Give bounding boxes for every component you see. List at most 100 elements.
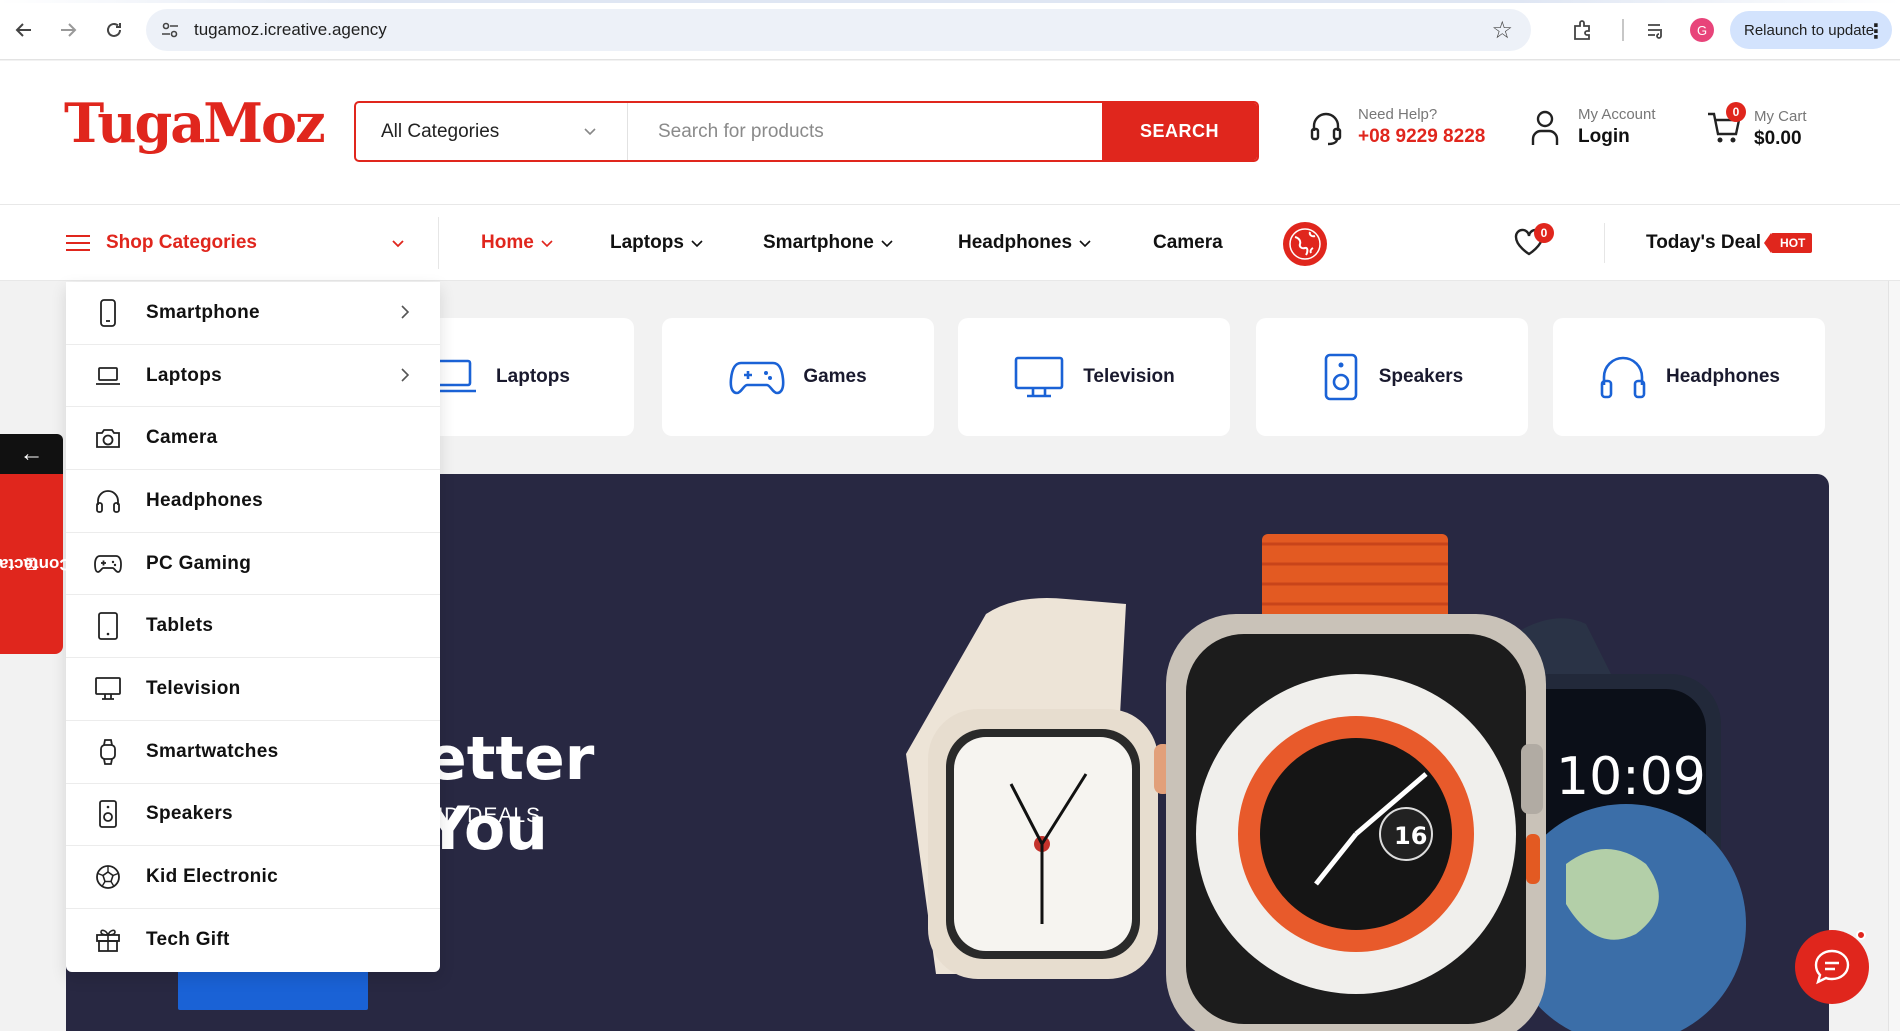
relaunch-label: Relaunch to update xyxy=(1744,21,1875,39)
side-panel-toggle[interactable]: ← xyxy=(0,434,63,474)
categories-dropdown: Smartphone Laptops Camera Headphones PC … xyxy=(66,282,440,972)
dropdown-item-label: Laptops xyxy=(146,364,222,386)
nav-item-laptops[interactable]: Laptops xyxy=(610,205,704,281)
toolbar-divider xyxy=(1622,19,1624,41)
category-card-label: Headphones xyxy=(1665,366,1781,387)
cart-block[interactable]: 0 My Cart $0.00 xyxy=(1706,102,1807,151)
dropdown-item-label: Smartwatches xyxy=(146,740,279,762)
shop-categories-toggle[interactable]: Shop Categories xyxy=(66,205,406,281)
dropdown-item-tablets[interactable]: Tablets xyxy=(66,595,440,659)
search-button[interactable]: SEARCH xyxy=(1102,103,1257,160)
language-globe-icon[interactable] xyxy=(1283,222,1327,266)
category-select-value: All Categories xyxy=(381,120,500,142)
site-logo[interactable]: TugaMoz xyxy=(64,91,326,155)
profile-avatar[interactable]: G xyxy=(1690,18,1714,42)
search-input[interactable] xyxy=(628,103,1102,160)
dropdown-item-smartphone[interactable]: Smartphone xyxy=(66,282,440,345)
category-card-television[interactable]: Television xyxy=(958,318,1230,436)
hamburger-icon xyxy=(66,230,90,256)
tablet-icon xyxy=(94,612,122,641)
shop-categories-label: Shop Categories xyxy=(106,232,257,253)
nav-divider xyxy=(1604,223,1605,263)
dropdown-item-label: PC Gaming xyxy=(146,552,252,574)
wishlist-count-badge: 0 xyxy=(1534,223,1554,243)
category-card-headphones[interactable]: Headphones xyxy=(1553,318,1825,436)
logo-text-part1: Tuga xyxy=(64,91,205,155)
dropdown-item-pc-gaming[interactable]: PC Gaming xyxy=(66,533,440,596)
television-icon xyxy=(94,675,122,703)
dropdown-item-headphones[interactable]: Headphones xyxy=(66,470,440,533)
speaker-icon xyxy=(94,800,122,829)
main-nav: Shop Categories Home Laptops Smartphone … xyxy=(0,205,1900,281)
nav-item-headphones[interactable]: Headphones xyxy=(958,205,1092,281)
nav-item-home[interactable]: Home xyxy=(481,205,554,281)
camera-icon xyxy=(94,424,122,452)
category-card-label: Speakers xyxy=(1378,366,1464,387)
notification-dot xyxy=(1856,930,1866,940)
category-card-label: Games xyxy=(803,366,867,387)
logo-text-part2: Moz xyxy=(203,91,325,155)
category-card-speakers[interactable]: Speakers xyxy=(1256,318,1528,436)
headset-icon xyxy=(1310,112,1342,146)
category-card-games[interactable]: Games xyxy=(662,318,934,436)
wishlist-button[interactable]: 0 xyxy=(1512,223,1554,264)
dropdown-item-tech-gift[interactable]: Tech Gift xyxy=(66,909,440,972)
forward-arrow-icon[interactable] xyxy=(52,14,84,46)
cart-total: $0.00 xyxy=(1754,127,1802,149)
nav-item-label: Smartphone xyxy=(763,232,874,253)
bookmark-star-icon[interactable]: ☆ xyxy=(1491,16,1513,45)
reading-list-icon[interactable] xyxy=(1642,16,1670,44)
nav-item-camera[interactable]: Camera xyxy=(1153,205,1223,281)
dropdown-item-label: Tech Gift xyxy=(146,929,230,951)
gamepad-icon xyxy=(94,550,122,578)
nav-item-label: Camera xyxy=(1153,232,1223,253)
page-scrollbar[interactable] xyxy=(1888,281,1900,1031)
gift-icon xyxy=(94,926,122,954)
dropdown-item-label: Television xyxy=(146,677,241,699)
help-phone[interactable]: +08 9229 8228 xyxy=(1358,126,1485,148)
dropdown-item-label: Kid Electronic xyxy=(146,866,278,888)
chevron-down-icon xyxy=(392,240,404,248)
back-arrow-icon: ← xyxy=(19,440,44,467)
chat-button[interactable] xyxy=(1795,930,1869,1004)
user-icon xyxy=(1531,110,1559,145)
hot-badge: HOT xyxy=(1763,233,1813,253)
dropdown-item-smartwatches[interactable]: Smartwatches xyxy=(66,721,440,784)
smartwatch-icon xyxy=(94,738,122,766)
nav-item-label: Laptops xyxy=(610,232,684,253)
site-settings-icon[interactable] xyxy=(160,20,180,40)
chat-bubble-icon xyxy=(1814,949,1850,985)
contact-tab[interactable]: ✉ Contactar xyxy=(0,474,71,654)
speaker-icon xyxy=(1324,353,1358,401)
dropdown-item-laptops[interactable]: Laptops xyxy=(66,345,440,408)
contact-label-text: Contactar xyxy=(0,555,72,574)
category-select[interactable]: All Categories xyxy=(356,103,628,160)
dropdown-item-kid-electronic[interactable]: Kid Electronic xyxy=(66,846,440,909)
dropdown-item-label: Speakers xyxy=(146,803,233,825)
chevron-right-icon xyxy=(401,368,410,382)
nav-item-smartphone[interactable]: Smartphone xyxy=(763,205,894,281)
chevron-down-icon xyxy=(584,128,596,136)
dropdown-item-speakers[interactable]: Speakers xyxy=(66,784,440,847)
address-bar[interactable]: tugamoz.icreative.agency ☆ xyxy=(146,9,1531,51)
help-label: Need Help? xyxy=(1358,106,1438,123)
help-block[interactable]: Need Help? +08 9229 8228 xyxy=(1306,106,1485,148)
back-arrow-icon[interactable] xyxy=(8,14,40,46)
chevron-down-icon xyxy=(1079,240,1091,248)
todays-deal-link[interactable]: Today's Deal HOT xyxy=(1646,205,1813,281)
chevron-down-icon xyxy=(541,240,553,248)
account-block[interactable]: My Account Login xyxy=(1528,106,1656,148)
dropdown-item-camera[interactable]: Camera xyxy=(66,407,440,471)
url-text[interactable]: tugamoz.icreative.agency xyxy=(194,20,387,40)
cart-label: My Cart xyxy=(1754,107,1807,125)
relaunch-button[interactable]: Relaunch to update ⋮ xyxy=(1730,11,1892,49)
headphones-icon xyxy=(94,487,122,515)
dropdown-item-label: Smartphone xyxy=(146,301,260,323)
dropdown-item-television[interactable]: Television xyxy=(66,658,440,721)
extensions-icon[interactable] xyxy=(1568,16,1596,44)
reload-icon[interactable] xyxy=(98,14,130,46)
more-menu-icon[interactable]: ⋮ xyxy=(1866,19,1886,44)
login-link[interactable]: Login xyxy=(1578,126,1656,148)
watch-date: 16 xyxy=(1394,822,1427,850)
laptop-icon xyxy=(94,362,122,390)
